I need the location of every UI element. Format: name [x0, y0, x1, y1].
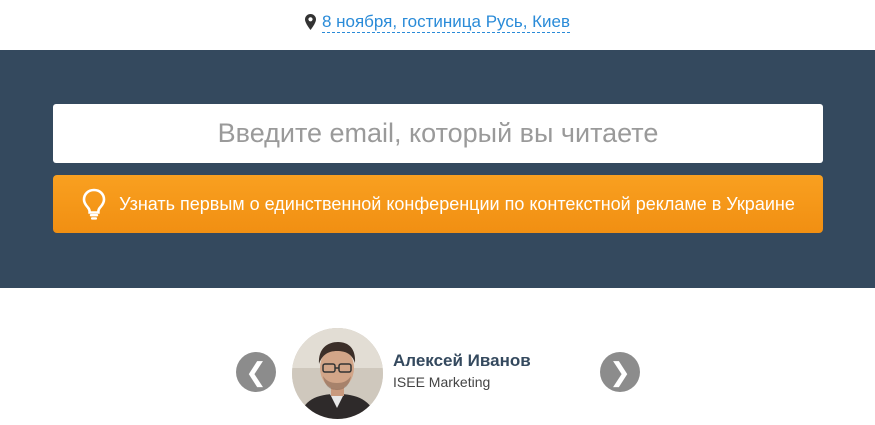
subscribe-button[interactable]: Узнать первым о единственной конференции… — [53, 175, 823, 233]
speaker-info: Алексей Иванов ISEE Marketing — [393, 351, 531, 390]
speaker-photo — [292, 328, 383, 419]
carousel-prev-button[interactable]: ❮ — [236, 352, 276, 392]
subscribe-section: Узнать первым о единственной конференции… — [0, 50, 875, 288]
event-location-text: 8 ноября, гостиница Русь, Киев — [321, 11, 571, 33]
chevron-left-icon: ❮ — [245, 357, 267, 387]
subscribe-button-label: Узнать первым о единственной конференции… — [119, 193, 795, 214]
speakers-carousel: ❮ Алексей Иванов ISEE Marketing ❯ — [0, 288, 875, 425]
speaker-avatar — [292, 328, 383, 419]
speaker-company: ISEE Marketing — [393, 374, 491, 390]
map-pin-icon — [304, 14, 316, 30]
chevron-right-icon: ❯ — [609, 357, 631, 387]
event-location-link[interactable]: 8 ноября, гостиница Русь, Киев — [304, 11, 571, 33]
carousel-next-button[interactable]: ❯ — [600, 352, 640, 392]
event-info-bar: 8 ноября, гостиница Русь, Киев — [0, 0, 875, 50]
email-input[interactable] — [53, 104, 823, 163]
speaker-name: Алексей Иванов — [393, 351, 531, 370]
lightbulb-icon — [82, 188, 106, 220]
